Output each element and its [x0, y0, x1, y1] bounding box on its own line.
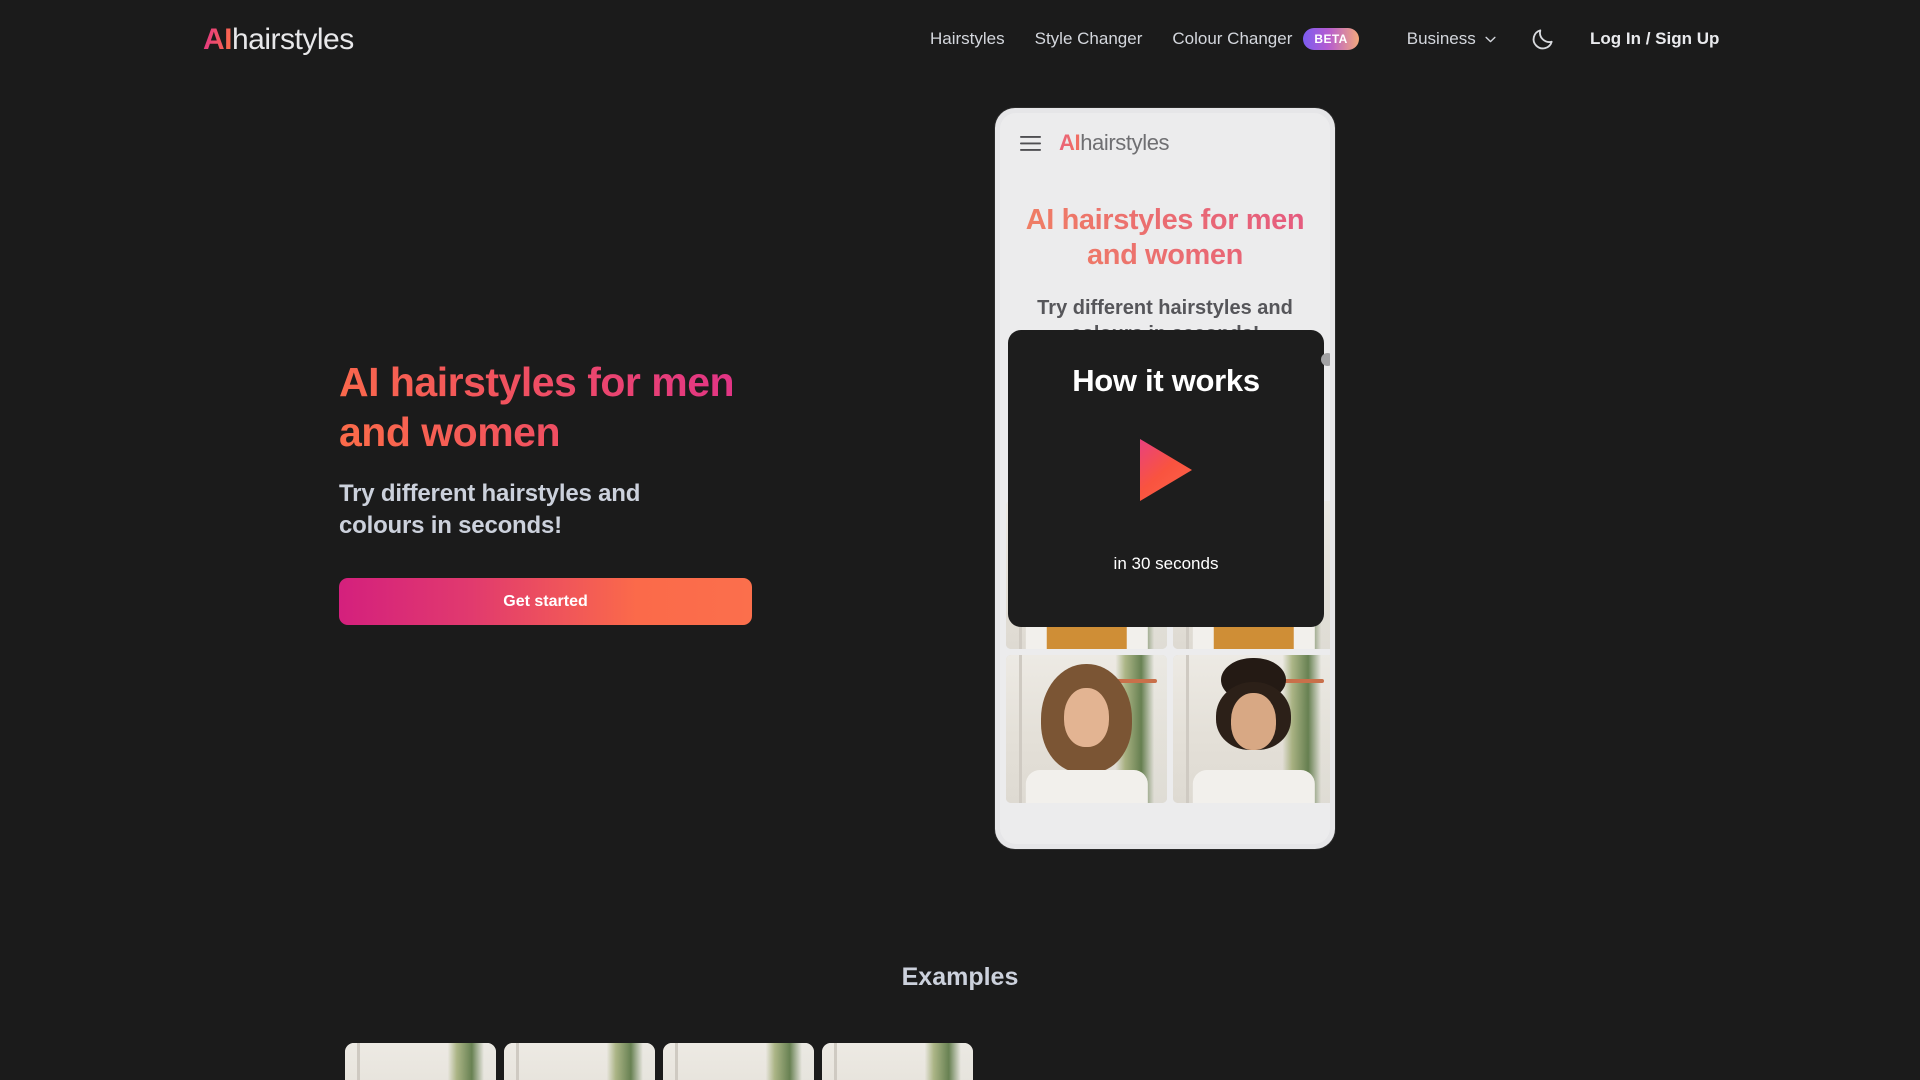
play-icon	[1138, 437, 1194, 503]
moon-icon	[1530, 26, 1556, 52]
examples-heading: Examples	[0, 963, 1920, 992]
hamburger-icon[interactable]	[1020, 136, 1041, 151]
chevron-down-icon	[1485, 36, 1496, 43]
hero-title: AI hairstyles for men and women	[339, 357, 769, 457]
play-button[interactable]	[1138, 437, 1194, 503]
photo-face	[1064, 688, 1109, 747]
photo-background	[822, 1043, 973, 1080]
phone-title: AI hairstyles for men and women	[1018, 203, 1312, 273]
phone-gallery-item[interactable]	[1173, 655, 1330, 803]
photo-door-rail	[516, 1043, 519, 1080]
photo-door-rail	[1186, 655, 1189, 803]
photo-background	[663, 1043, 814, 1080]
get-started-button[interactable]: Get started	[339, 578, 752, 625]
site-logo[interactable]: AIhairstyles	[203, 21, 354, 59]
photo-face	[1231, 693, 1276, 749]
phone-logo-prefix: AI	[1059, 130, 1080, 155]
photo-body	[1025, 770, 1147, 803]
photo-background	[504, 1043, 655, 1080]
example-card[interactable]	[504, 1043, 655, 1080]
example-card[interactable]	[822, 1043, 973, 1080]
nav-item-style-changer[interactable]: Style Changer	[1035, 26, 1143, 52]
example-card[interactable]	[345, 1043, 496, 1080]
site-header: AIhairstyles Hairstyles Style Changer Co…	[0, 0, 1920, 80]
nav-item-colour-changer-label: Colour Changer	[1172, 26, 1292, 52]
nav-item-colour-changer[interactable]: Colour Changer BETA	[1172, 26, 1358, 52]
hero-subtitle: Try different hairstyles and colours in …	[339, 478, 699, 543]
examples-row	[345, 1043, 973, 1080]
nav-item-business-label: Business	[1407, 26, 1476, 52]
photo-door-rail	[357, 1043, 360, 1080]
primary-nav: Hairstyles Style Changer Colour Changer …	[930, 26, 1496, 52]
photo-background	[345, 1043, 496, 1080]
photo-body	[1192, 770, 1314, 803]
phone-gallery-item[interactable]	[1006, 655, 1167, 803]
how-it-works-title: How it works	[1072, 363, 1260, 399]
example-card[interactable]	[663, 1043, 814, 1080]
logo-suffix: hairstyles	[232, 23, 354, 56]
how-it-works-duration: in 30 seconds	[1114, 554, 1219, 574]
phone-logo[interactable]: AIhairstyles	[1059, 130, 1169, 156]
photo-door-rail	[834, 1043, 837, 1080]
logo-prefix: AI	[203, 23, 232, 56]
theme-toggle-button[interactable]	[1530, 26, 1556, 52]
phone-side-dot[interactable]	[1321, 353, 1330, 366]
phone-logo-suffix: hairstyles	[1080, 130, 1169, 155]
login-signup-button[interactable]: Log In / Sign Up	[1590, 25, 1719, 53]
phone-topbar: AIhairstyles	[1000, 113, 1330, 156]
beta-badge: BETA	[1303, 28, 1358, 50]
how-it-works-card[interactable]: How it works in 30 seconds	[1008, 330, 1324, 627]
nav-item-hairstyles[interactable]: Hairstyles	[930, 26, 1005, 52]
photo-door-rail	[1019, 655, 1022, 803]
nav-item-business[interactable]: Business	[1407, 26, 1496, 52]
photo-door-rail	[675, 1043, 678, 1080]
